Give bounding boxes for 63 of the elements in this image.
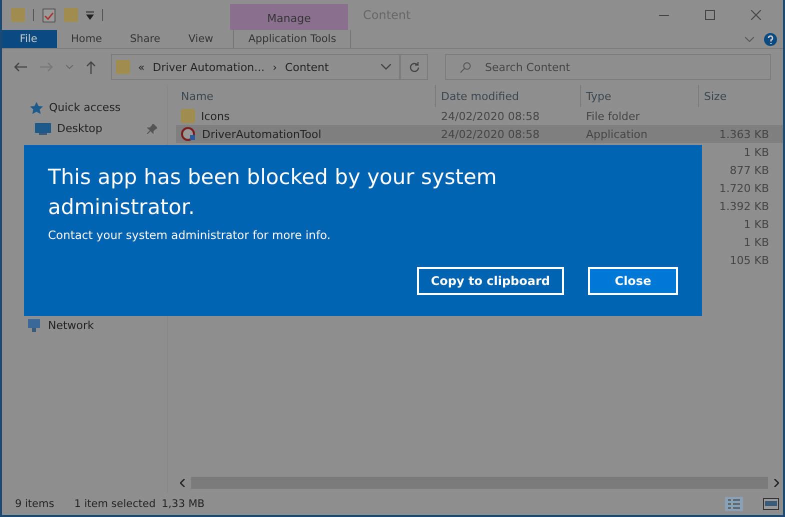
file-name: DriverAutomationTool: [202, 128, 322, 140]
folder-icon: [181, 109, 195, 123]
file-size: 1.363 KB: [719, 128, 769, 140]
file-row[interactable]: DriverAutomationTool 24/02/2020 08:58 Application 1.363 KB: [176, 125, 783, 143]
thumbnail-view-icon[interactable]: [763, 498, 779, 510]
search-icon: [460, 62, 471, 72]
address-bar[interactable]: « Driver Automation... › Content: [111, 54, 400, 80]
details-view-icon[interactable]: [725, 497, 743, 511]
chevron-icon[interactable]: [381, 64, 391, 70]
close-button[interactable]: Close: [588, 267, 678, 295]
ribbon-tab[interactable]: File: [2, 30, 57, 48]
star-icon: [30, 102, 43, 114]
search-box[interactable]: Search Content: [445, 54, 771, 80]
path-segment[interactable]: Content: [285, 60, 329, 74]
path-prefix: «: [138, 60, 145, 74]
path-separator: ›: [272, 60, 278, 74]
dialog-title: This app has been blocked by your system administrator.: [48, 164, 498, 221]
file-size: 105 KB: [730, 254, 769, 266]
context-tab-header: Manage: [230, 4, 348, 30]
network-icon: [26, 319, 42, 332]
column-header[interactable]: Name: [176, 85, 436, 107]
refresh-icon: [408, 62, 420, 72]
column-header[interactable]: Date modified: [436, 85, 581, 107]
ribbon-tab[interactable]: Home: [57, 30, 116, 48]
ribbon-tab[interactable]: View: [174, 30, 228, 48]
dropdown-icon[interactable]: [86, 10, 94, 20]
file-type: Application: [586, 128, 648, 140]
chevron-icon[interactable]: [66, 65, 73, 69]
up-icon[interactable]: [86, 60, 96, 74]
app-icon: [181, 127, 196, 141]
scroll-right-icon[interactable]: [774, 479, 779, 487]
date-modified: 24/02/2020 08:58: [441, 128, 540, 140]
sidebar-item[interactable]: Desktop: [2, 118, 167, 139]
date-modified: 24/02/2020 08:58: [441, 110, 540, 122]
sidebar-item[interactable]: Network: [2, 315, 167, 336]
file-name: Icons: [201, 110, 230, 122]
back-icon[interactable]: [14, 62, 27, 72]
properties-icon[interactable]: [42, 8, 56, 22]
close-icon[interactable]: [751, 10, 761, 20]
path-segment[interactable]: Driver Automation...: [152, 60, 265, 74]
file-row[interactable]: Icons 24/02/2020 08:58 File folder: [176, 107, 783, 125]
copy-button[interactable]: Copy to clipboard: [416, 267, 564, 295]
column-header[interactable]: Size: [699, 85, 773, 107]
scroll-left-icon[interactable]: [180, 479, 185, 487]
folder-icon: [116, 60, 130, 74]
sidebar-item[interactable]: Quick access: [2, 97, 167, 118]
file-size: 1 KB: [744, 146, 769, 158]
minimize-icon[interactable]: [659, 14, 669, 16]
help-icon[interactable]: [764, 32, 777, 46]
ribbon-tab[interactable]: Share: [116, 30, 174, 48]
search-field[interactable]: Search Content: [483, 60, 687, 74]
dialog-message: Contact your system administrator for more info.: [48, 228, 332, 242]
selection-size: 1,33 MB: [162, 498, 205, 510]
file-type: File folder: [586, 110, 640, 122]
item-count: 9 items: [15, 498, 54, 510]
maximize-icon[interactable]: [705, 10, 715, 20]
monitor-icon: [35, 122, 51, 134]
refresh-button[interactable]: [400, 54, 428, 80]
column-header[interactable]: Type: [581, 85, 699, 107]
chevron-icon[interactable]: [745, 36, 754, 42]
ribbon-tab[interactable]: Application Tools: [233, 30, 352, 48]
selection-count: 1 item selected: [74, 498, 156, 510]
file-size: 1 KB: [744, 218, 769, 230]
